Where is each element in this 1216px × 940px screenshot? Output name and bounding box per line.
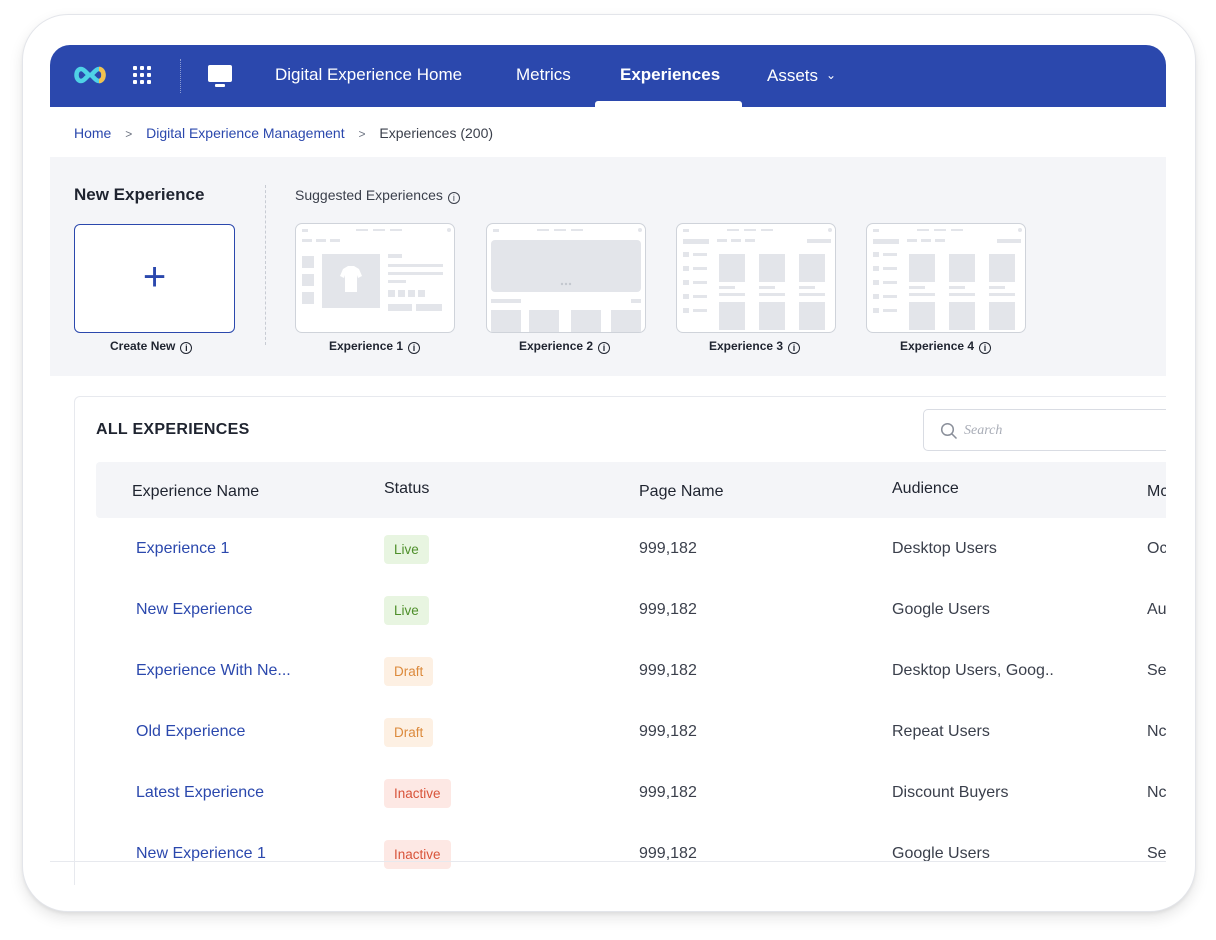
search-icon xyxy=(940,422,958,440)
create-new-label: Create New i xyxy=(110,339,193,354)
info-icon[interactable]: i xyxy=(447,192,460,204)
status-badge: Draft xyxy=(384,657,434,686)
modified-cell: Oc xyxy=(1147,540,1166,557)
experience-name-link[interactable]: Experience 1 xyxy=(136,518,229,579)
page-name-cell: 999,182 xyxy=(639,662,697,679)
page-layout-thumbnail-icon xyxy=(491,228,642,332)
breadcrumb-separator-icon: > xyxy=(125,127,133,141)
column-header-audience[interactable]: Audience xyxy=(892,480,959,498)
page-layout-thumbnail-icon xyxy=(302,228,451,311)
column-header-experience-name[interactable]: Experience Name xyxy=(132,483,259,501)
section-divider xyxy=(265,185,266,345)
info-icon[interactable]: i xyxy=(979,342,992,354)
nav-item-experiences[interactable]: Experiences xyxy=(620,45,720,107)
info-icon[interactable]: i xyxy=(598,342,611,354)
experience-name-link[interactable]: Latest Experience xyxy=(136,762,264,823)
table-row[interactable]: Old Experience Draft 999,182 Repeat User… xyxy=(96,701,1166,762)
audience-cell: Desktop Users, Goog.. xyxy=(892,662,1054,679)
status-badge: Live xyxy=(384,535,429,564)
audience-cell: Discount Buyers xyxy=(892,784,1009,801)
breadcrumb-home[interactable]: Home xyxy=(74,125,111,141)
table-row[interactable]: New Experience Live 999,182 Google Users… xyxy=(96,579,1166,640)
table-header: Experience Name Status Page Name Audienc… xyxy=(96,462,1166,518)
breadcrumb-current: Experiences (200) xyxy=(379,125,494,141)
suggested-experience-card-2[interactable] xyxy=(486,223,646,333)
suggested-experience-card-3[interactable] xyxy=(676,223,836,333)
page-name-cell: 999,182 xyxy=(639,540,697,557)
new-experience-title: New Experience xyxy=(74,185,205,204)
experience-name-link[interactable]: Old Experience xyxy=(136,701,245,762)
experience-templates-panel: New Experience + Create New i Suggested E… xyxy=(50,157,1166,376)
modified-cell: Nc xyxy=(1147,784,1166,801)
brand-logo-icon[interactable] xyxy=(72,63,108,87)
suggested-experiences-title: Suggested Experiences i xyxy=(295,187,460,204)
modified-cell: Au xyxy=(1147,601,1166,618)
table-row[interactable]: New Experience 1 Inactive 999,182 Google… xyxy=(96,823,1166,884)
status-badge: Live xyxy=(384,596,429,625)
plus-icon: + xyxy=(142,255,167,299)
suggested-experiences-text: Suggested Experiences xyxy=(295,187,443,203)
nav-item-assets-label: Assets xyxy=(767,66,819,85)
suggested-experience-label-4: Experience 4 i xyxy=(900,339,992,354)
audience-cell: Repeat Users xyxy=(892,723,990,740)
suggested-experience-label-2: Experience 2 i xyxy=(519,339,611,354)
page-layout-thumbnail-icon xyxy=(683,228,832,330)
page-name-cell: 999,182 xyxy=(639,723,697,740)
page-name-cell: 999,182 xyxy=(639,845,697,862)
info-icon[interactable]: i xyxy=(180,342,193,354)
nav-item-metrics[interactable]: Metrics xyxy=(516,45,571,107)
audience-cell: Google Users xyxy=(892,845,990,862)
column-header-modified[interactable]: Mc xyxy=(1147,483,1166,501)
modified-cell: Se xyxy=(1147,662,1166,679)
table-row[interactable]: Experience 1 Live 999,182 Desktop Users … xyxy=(96,518,1166,579)
audience-cell: Desktop Users xyxy=(892,540,997,557)
suggested-experience-label-3: Experience 3 i xyxy=(709,339,801,354)
nav-divider xyxy=(180,59,181,93)
suggested-experience-card-1[interactable] xyxy=(295,223,455,333)
suggested-experience-label-1: Experience 1 i xyxy=(329,339,421,354)
audience-cell: Google Users xyxy=(892,601,990,618)
top-nav: Digital Experience Home Metrics Experien… xyxy=(50,45,1166,107)
modified-cell: Nc xyxy=(1147,723,1166,740)
column-header-page-name[interactable]: Page Name xyxy=(639,483,724,501)
suggested-experience-text: Experience 4 xyxy=(900,339,975,353)
experience-name-link[interactable]: New Experience 1 xyxy=(136,823,266,884)
status-badge: Inactive xyxy=(384,840,451,869)
page-name-cell: 999,182 xyxy=(639,601,697,618)
suggested-experience-card-4[interactable] xyxy=(866,223,1026,333)
all-experiences-title: ALL EXPERIENCES xyxy=(96,421,250,438)
experience-name-link[interactable]: Experience With Ne... xyxy=(136,640,291,701)
suggested-experience-text: Experience 3 xyxy=(709,339,784,353)
modified-cell: Se xyxy=(1147,845,1166,862)
status-badge: Draft xyxy=(384,718,434,747)
suggested-experience-text: Experience 1 xyxy=(329,339,404,353)
nav-item-digital-experience-home[interactable]: Digital Experience Home xyxy=(275,45,462,107)
experience-name-link[interactable]: New Experience xyxy=(136,579,253,640)
table-row[interactable]: Experience With Ne... Draft 999,182 Desk… xyxy=(96,640,1166,701)
search-box[interactable] xyxy=(923,409,1166,451)
create-new-button[interactable]: + xyxy=(74,224,235,333)
chevron-down-icon: ⌄ xyxy=(826,68,837,82)
info-icon[interactable]: i xyxy=(408,342,421,354)
info-icon[interactable]: i xyxy=(788,342,801,354)
breadcrumb-digital-experience-management[interactable]: Digital Experience Management xyxy=(146,125,344,141)
all-experiences-card: ALL EXPERIENCES Experience Name Status P… xyxy=(74,396,1166,885)
bottom-divider xyxy=(50,861,1166,862)
monitor-icon[interactable] xyxy=(207,63,233,89)
nav-active-indicator xyxy=(595,101,742,107)
status-badge: Inactive xyxy=(384,779,451,808)
page-name-cell: 999,182 xyxy=(639,784,697,801)
app-screen: Digital Experience Home Metrics Experien… xyxy=(50,45,1166,885)
breadcrumb: Home > Digital Experience Management > E… xyxy=(74,125,493,145)
column-header-status[interactable]: Status xyxy=(384,480,429,498)
apps-grid-icon[interactable] xyxy=(132,65,152,85)
nav-item-assets[interactable]: Assets ⌄ xyxy=(767,45,836,107)
breadcrumb-separator-icon: > xyxy=(358,127,366,141)
create-new-text: Create New xyxy=(110,339,176,353)
suggested-experience-text: Experience 2 xyxy=(519,339,594,353)
page-layout-thumbnail-icon xyxy=(873,228,1022,330)
table-row[interactable]: Latest Experience Inactive 999,182 Disco… xyxy=(96,762,1166,823)
search-input[interactable] xyxy=(964,420,1164,442)
